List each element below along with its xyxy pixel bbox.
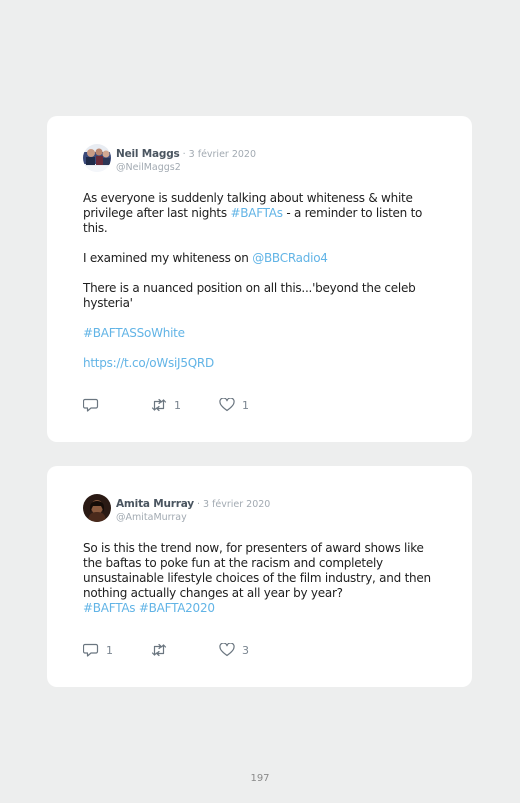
meta-separator: · — [179, 149, 189, 160]
tweet-date[interactable]: 3 février 2020 — [189, 149, 256, 160]
tweet-paragraph: https://t.co/oWsiJ5QRD — [83, 356, 436, 371]
retweet-icon — [151, 398, 167, 412]
tweet-card: Neil Maggs · 3 février 2020 @NeilMaggs2 … — [47, 116, 472, 442]
tweet-actions: 1 1 — [83, 398, 249, 412]
tweet-paragraph: I examined my whiteness on @BBCRadio4 — [83, 251, 436, 266]
hashtag-link[interactable]: #BAFTASSoWhite — [83, 326, 185, 340]
text-segment: I examined my whiteness on — [83, 251, 253, 265]
reply-count: 1 — [106, 643, 113, 657]
like-count: 3 — [242, 643, 249, 657]
tweet-paragraph: There is a nuanced position on all this.… — [83, 281, 416, 310]
author-name[interactable]: Amita Murray — [116, 498, 194, 510]
tweet-actions: 1 3 — [83, 643, 249, 657]
retweet-count: 1 — [174, 398, 181, 412]
tweet-card: Amita Murray · 3 février 2020 @AmitaMurr… — [47, 466, 472, 687]
like-button[interactable]: 1 — [219, 398, 249, 412]
tweet-paragraph: #BAFTASSoWhite — [83, 326, 436, 341]
tweet-text: So is this the trend now, for presenters… — [83, 541, 436, 616]
avatar[interactable] — [83, 494, 111, 522]
tweet-date[interactable]: 3 février 2020 — [203, 499, 270, 510]
author-handle[interactable]: @NeilMaggs2 — [116, 161, 256, 174]
tweet-header: Neil Maggs · 3 février 2020 @NeilMaggs2 — [83, 144, 436, 174]
tweet-text: As everyone is suddenly talking about wh… — [83, 191, 436, 371]
page-number: 197 — [250, 773, 270, 784]
hashtag-link[interactable]: #BAFTA2020 — [139, 601, 215, 615]
meta-separator: · — [193, 499, 203, 510]
hashtag-link[interactable]: #BAFTAs — [230, 206, 283, 220]
tweet-header: Amita Murray · 3 février 2020 @AmitaMurr… — [83, 494, 436, 524]
like-count: 1 — [242, 398, 249, 412]
hashtag-link[interactable]: #BAFTAs — [83, 601, 136, 615]
author-block: Amita Murray · 3 février 2020 @AmitaMurr… — [116, 495, 270, 524]
heart-icon — [219, 643, 235, 657]
like-button[interactable]: 3 — [219, 643, 249, 657]
retweet-button[interactable]: 1 — [151, 398, 219, 412]
reply-icon — [83, 398, 99, 412]
tweet-paragraph: So is this the trend now, for presenters… — [83, 541, 431, 600]
author-block: Neil Maggs · 3 février 2020 @NeilMaggs2 — [116, 145, 256, 174]
tweet-paragraph: As everyone is suddenly talking about wh… — [83, 191, 436, 236]
avatar[interactable] — [83, 144, 111, 172]
author-name[interactable]: Neil Maggs — [116, 148, 180, 160]
reply-button[interactable]: 1 — [83, 643, 151, 657]
retweet-button[interactable] — [151, 643, 219, 657]
url-link[interactable]: https://t.co/oWsiJ5QRD — [83, 356, 214, 370]
reply-button[interactable] — [83, 398, 151, 412]
retweet-icon — [151, 643, 167, 657]
mention-link[interactable]: @BBCRadio4 — [252, 251, 328, 265]
reply-icon — [83, 643, 99, 657]
author-handle[interactable]: @AmitaMurray — [116, 511, 270, 524]
heart-icon — [219, 398, 235, 412]
tweet-paragraph: #BAFTAs #BAFTA2020 — [83, 601, 436, 616]
